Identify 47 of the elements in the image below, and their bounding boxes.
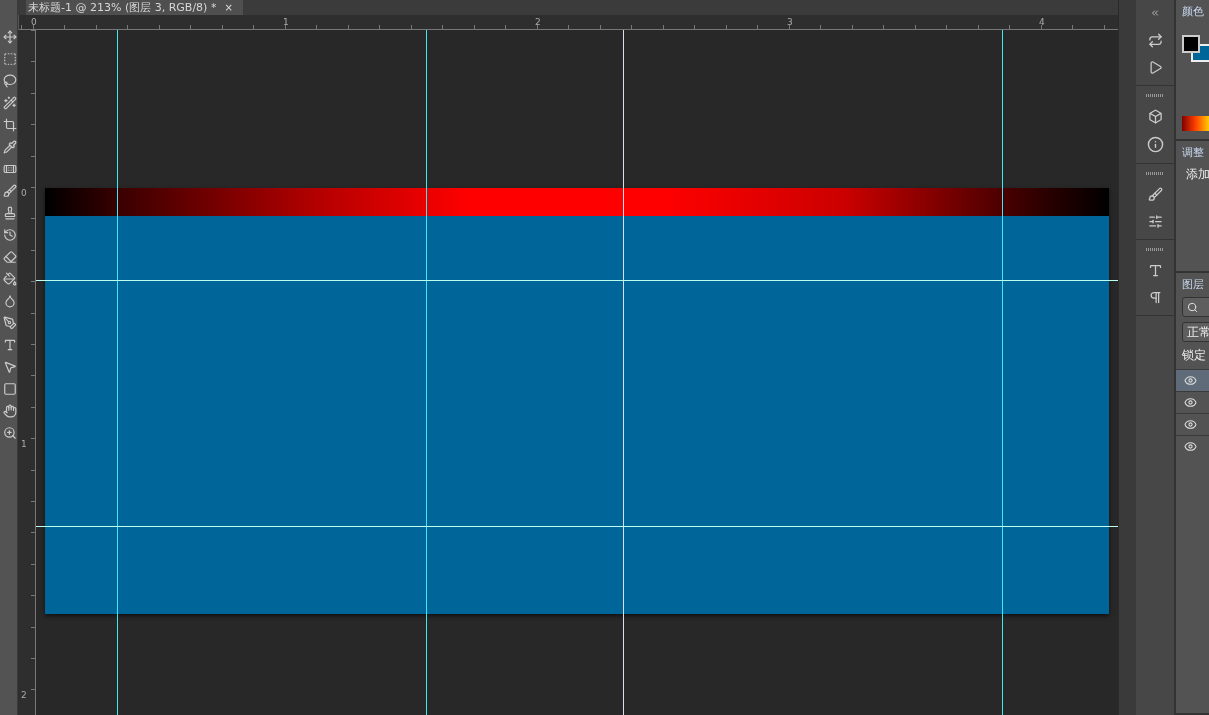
- document-tab[interactable]: 未标题-1 @ 213% (图层 3, RGB/8) * ×: [26, 0, 243, 15]
- paragraph-icon[interactable]: [1147, 290, 1163, 305]
- eyedropper-icon[interactable]: [3, 140, 17, 154]
- blend-mode-dropdown[interactable]: 正常: [1182, 322, 1209, 342]
- bucket-icon[interactable]: [3, 272, 17, 286]
- close-icon[interactable]: ×: [224, 2, 233, 13]
- eye-icon[interactable]: [1184, 418, 1197, 431]
- panel-hint: 添加: [1185, 166, 1209, 183]
- droplet-icon[interactable]: [3, 294, 17, 308]
- scrollbar-track[interactable]: [1118, 0, 1136, 715]
- brush-icon[interactable]: [3, 184, 17, 198]
- panel-tab[interactable]: 图层: [1182, 277, 1209, 292]
- stamp-icon[interactable]: [3, 206, 17, 220]
- pointer-icon[interactable]: [3, 360, 17, 374]
- crop-icon[interactable]: [3, 118, 17, 132]
- hand-icon[interactable]: [3, 404, 17, 418]
- play-icon[interactable]: [1147, 60, 1163, 75]
- layer-row[interactable]: [1176, 369, 1209, 391]
- pen-icon[interactable]: [3, 316, 17, 330]
- eraser-icon[interactable]: [3, 250, 17, 264]
- type-icon[interactable]: [3, 338, 17, 352]
- lasso-icon[interactable]: [3, 74, 17, 88]
- panel-tab[interactable]: 调整: [1182, 145, 1209, 160]
- vertical-ruler: 0 1 2: [18, 30, 36, 715]
- search-icon[interactable]: [1187, 301, 1198, 313]
- collapse-icon[interactable]: [1150, 8, 1160, 18]
- rectangle-icon[interactable]: [3, 382, 17, 396]
- bandage-icon[interactable]: [3, 162, 17, 176]
- panel-tab[interactable]: 颜色: [1182, 4, 1209, 19]
- eye-icon[interactable]: [1184, 374, 1197, 387]
- zoom-icon[interactable]: [3, 426, 17, 440]
- character-icon[interactable]: [1147, 263, 1163, 278]
- eye-icon[interactable]: [1184, 440, 1197, 453]
- wand-icon[interactable]: [3, 96, 17, 110]
- color-spectrum[interactable]: [1182, 116, 1209, 131]
- brushes-icon[interactable]: [1147, 187, 1163, 202]
- lock-label: 锁定: [1182, 347, 1207, 364]
- history-panel-icon[interactable]: [1147, 33, 1163, 48]
- search-field[interactable]: [1182, 297, 1209, 317]
- eye-icon[interactable]: [1184, 396, 1197, 409]
- cube-icon[interactable]: [1147, 109, 1163, 124]
- marquee-icon[interactable]: [3, 52, 17, 66]
- info-icon[interactable]: [1146, 136, 1164, 153]
- history-icon[interactable]: [3, 228, 17, 242]
- color-swatches[interactable]: [1182, 35, 1209, 65]
- sliders-icon[interactable]: [1147, 214, 1163, 229]
- move-icon[interactable]: [3, 30, 17, 44]
